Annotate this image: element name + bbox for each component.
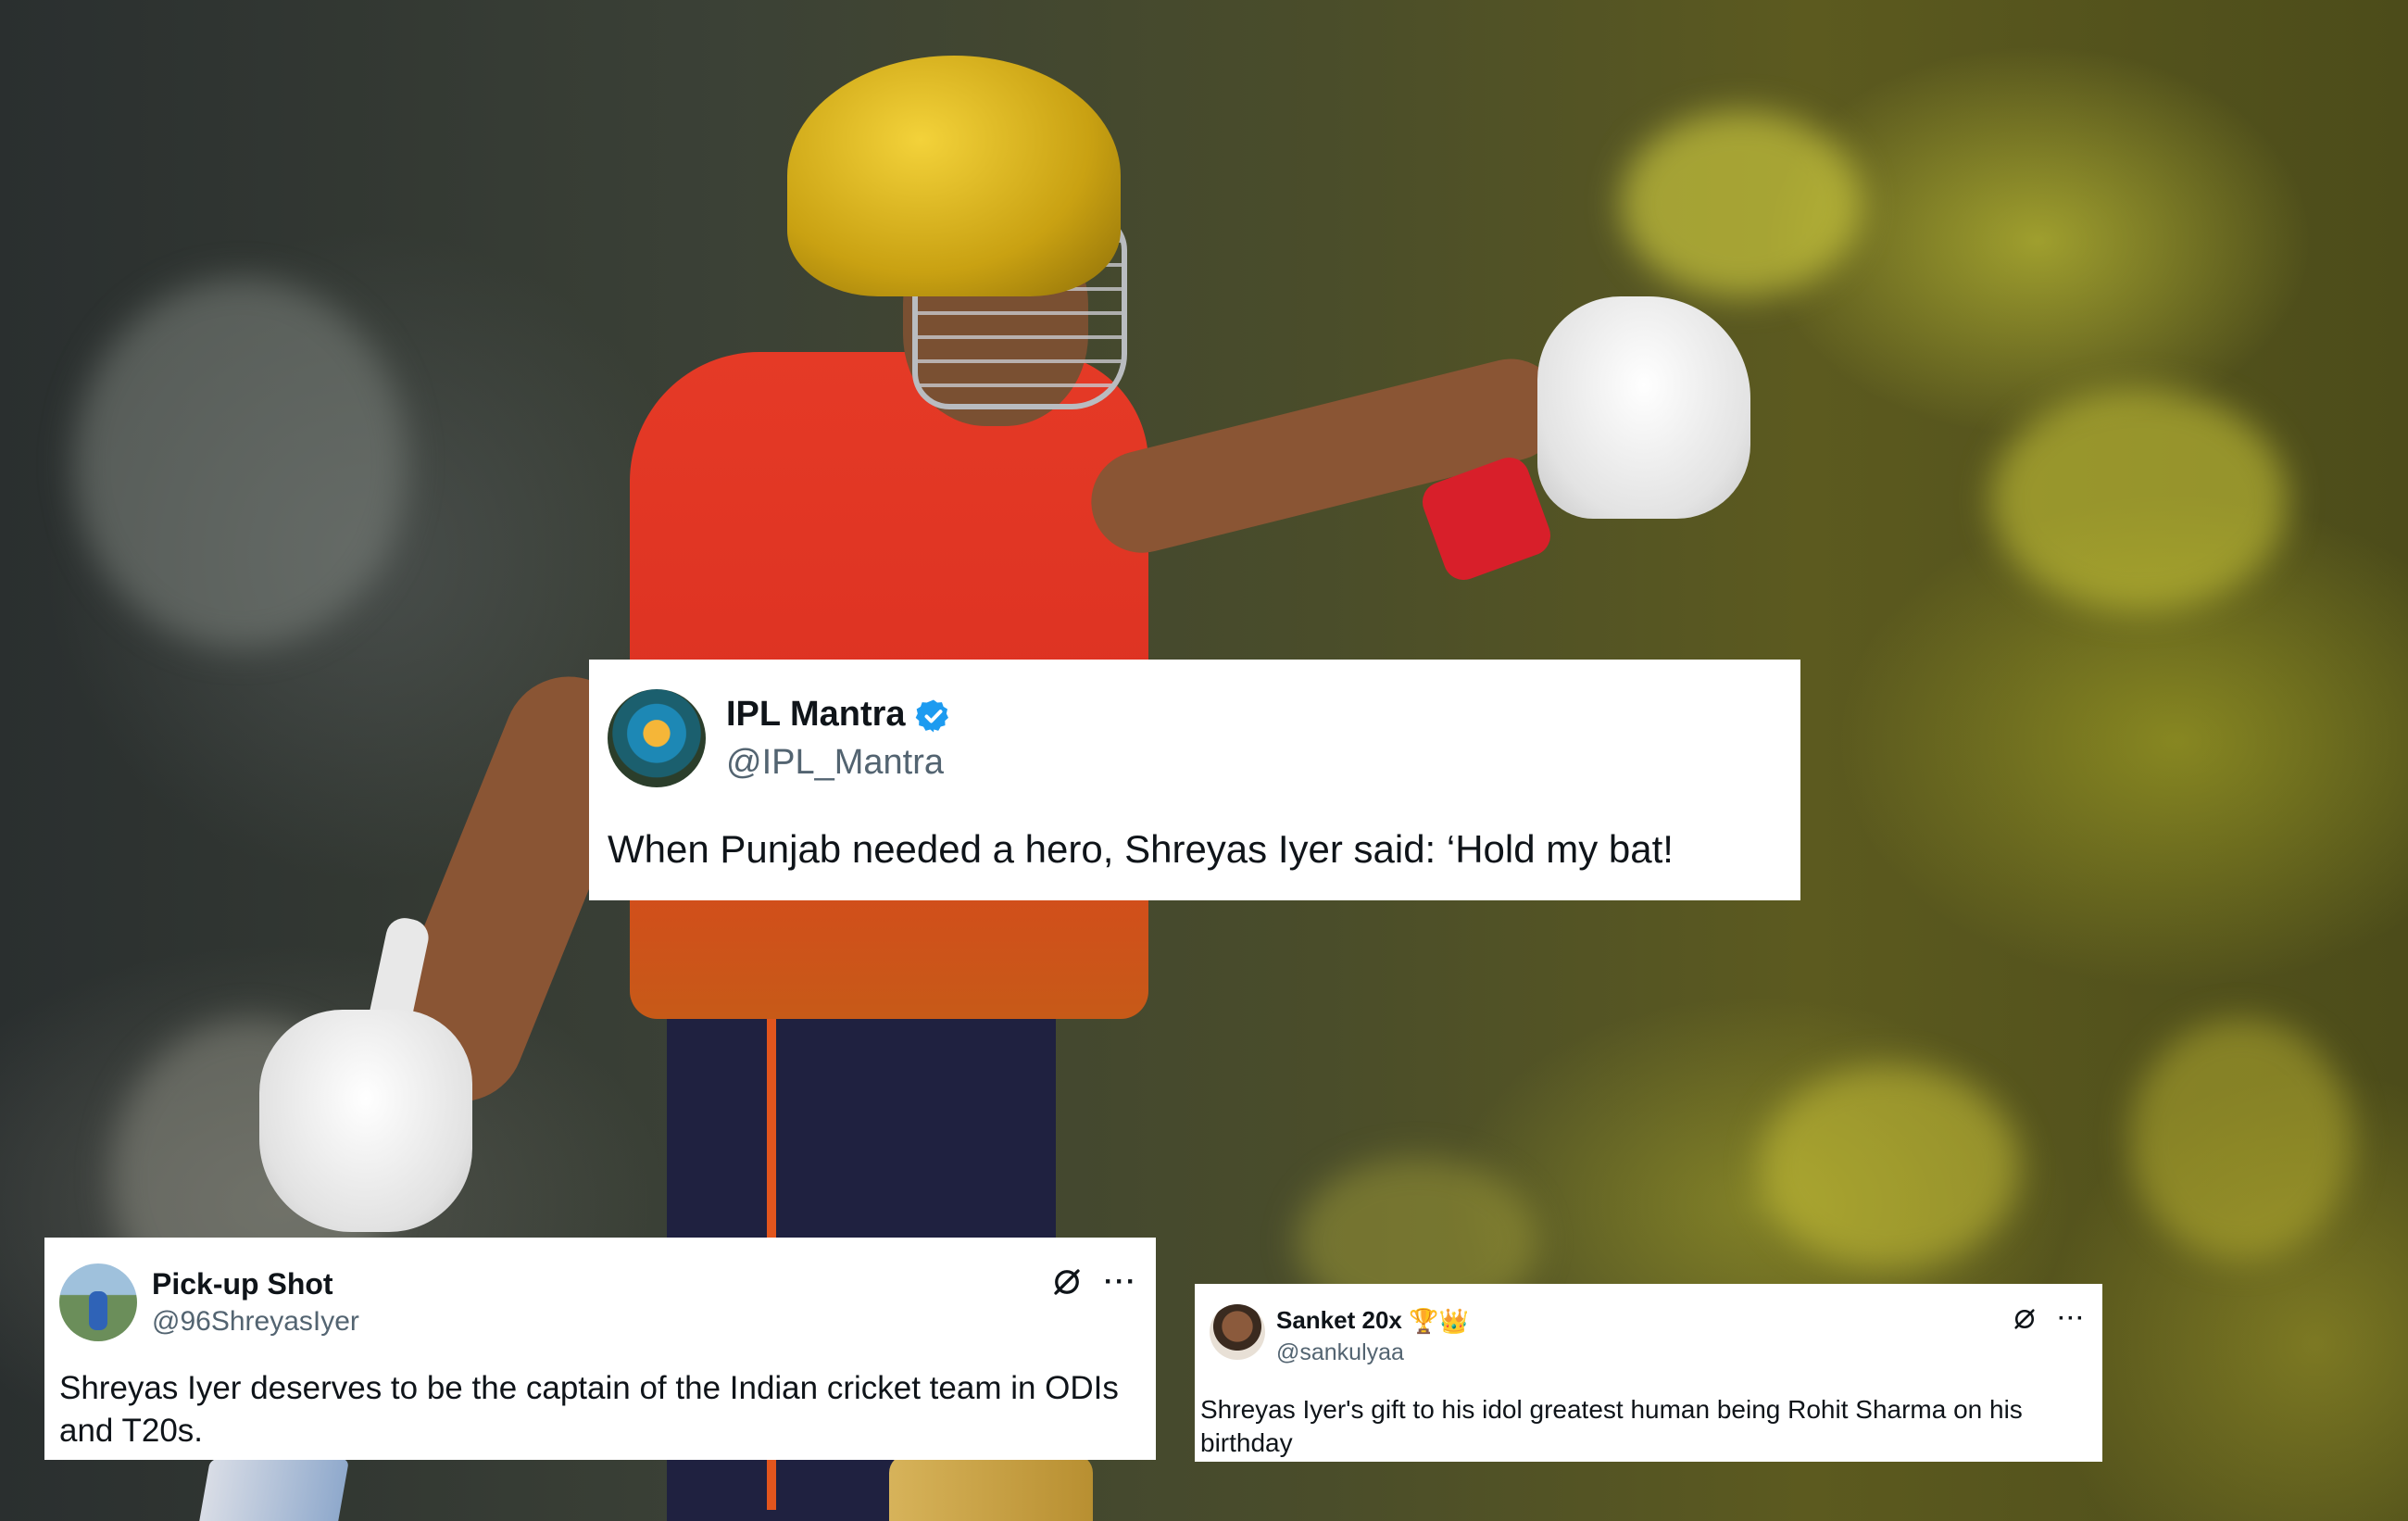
handle[interactable]: @96ShreyasIyer [152,1306,359,1338]
tweet-text: When Punjab needed a hero, Shreyas Iyer … [608,827,1674,871]
tweet-card-right[interactable]: Sanket 20x 🏆👑 @sankulyaa ··· Shreyas Iye… [1195,1284,2102,1462]
avatar[interactable] [608,689,706,787]
tweet-card-left[interactable]: Pick-up Shot @96ShreyasIyer ··· Shreyas … [44,1238,1156,1460]
avatar[interactable] [59,1263,137,1341]
handle[interactable]: @IPL_Mantra [726,743,944,783]
handle[interactable]: @sankulyaa [1276,1339,1404,1366]
more-options-icon[interactable]: ··· [2058,1308,2086,1330]
display-name-text: IPL Mantra [726,695,906,734]
tweet-text: Shreyas Iyer deserves to be the captain … [59,1370,1119,1449]
display-name[interactable]: IPL Mantra [726,695,952,735]
tweet-actions: ··· [1050,1265,1137,1299]
grok-icon[interactable] [2012,1306,2038,1332]
batting-glove-left [259,1010,472,1232]
tweet-actions: ··· [2012,1306,2086,1332]
display-name[interactable]: Pick-up Shot [152,1267,333,1301]
tweet-text: Shreyas Iyer's gift to his idol greatest… [1200,1395,2023,1458]
display-name[interactable]: Sanket 20x 🏆👑 [1276,1306,1469,1336]
more-options-icon[interactable]: ··· [1104,1268,1137,1296]
grok-icon[interactable] [1050,1265,1084,1299]
display-name-text: Sanket 20x [1276,1306,1402,1334]
trophy-crown-emoji: 🏆👑 [1409,1308,1469,1337]
avatar[interactable] [1210,1304,1265,1360]
batting-glove-right [1537,296,1750,519]
helmet [787,56,1121,296]
verified-badge-icon [915,699,949,733]
tweet-card-main[interactable]: IPL Mantra @IPL_Mantra When Punjab neede… [589,660,1800,900]
